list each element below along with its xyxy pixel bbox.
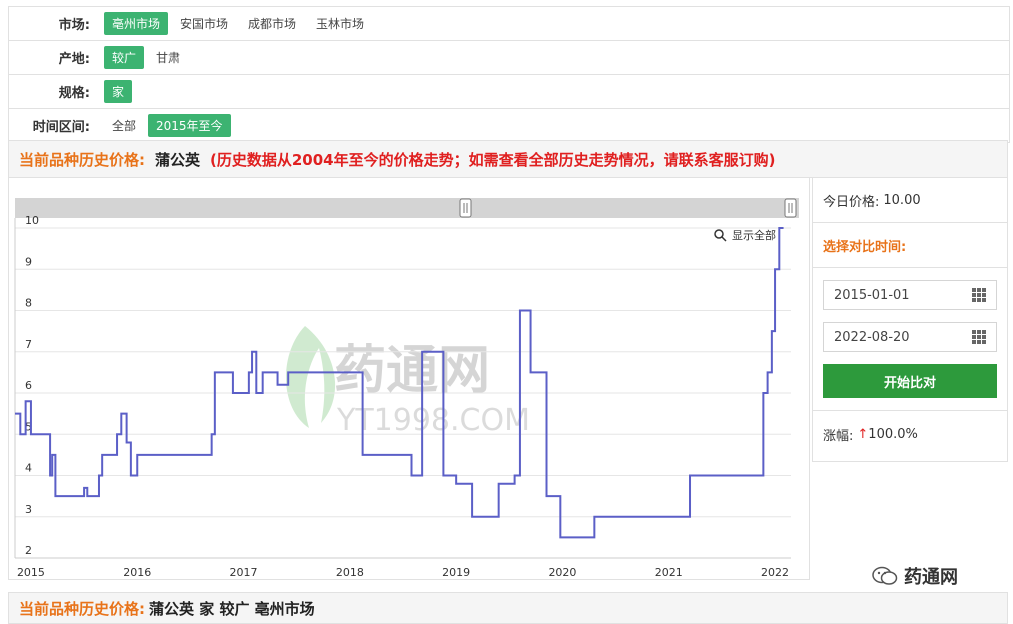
watermark: 药通网 YT1998.COM	[285, 326, 530, 438]
price-chart: 药通网 YT1998.COM 2345678910 2015 2016 2017 20…	[14, 198, 799, 579]
compare-label: 选择对比时间:	[813, 223, 1007, 268]
today-price-row: 今日价格: 10.00	[813, 178, 1007, 223]
chart-grid	[15, 227, 791, 559]
range-slider-left-handle[interactable]	[459, 198, 472, 218]
filter-table: 市场: 亳州市场 安国市场 成都市场 玉林市场 产地: 较广 甘肃 规格: 家 …	[8, 6, 1010, 143]
range-label: 时间区间:	[32, 120, 90, 135]
spec-label: 规格:	[58, 86, 90, 101]
chart-container: 药通网 YT1998.COM 2 3 4 5 6 7 8 9 10 2015 2016 2017 20…	[8, 178, 810, 580]
x-tick-label: 2022	[761, 566, 789, 579]
range-slider-right-handle[interactable]	[784, 198, 797, 218]
up-arrow-icon: ↑	[857, 426, 869, 442]
calendar-icon[interactable]	[972, 288, 986, 302]
range-slider-track[interactable]	[15, 198, 799, 218]
watermark-en: YT1998.COM	[336, 403, 530, 438]
filter-row-market: 市场: 亳州市场 安国市场 成都市场 玉林市场	[9, 7, 1009, 41]
change-label: 涨幅:	[823, 428, 854, 444]
wechat-name: 药通网	[904, 567, 958, 588]
end-date-input[interactable]: 2022-08-20	[823, 322, 997, 352]
market-option-bozhou[interactable]: 亳州市场	[104, 12, 169, 35]
x-tick-label: 2018	[336, 566, 364, 579]
market-option-yulin[interactable]: 玉林市场	[308, 12, 372, 35]
title-herb: 蒲公英	[155, 150, 201, 169]
market-label: 市场:	[58, 18, 90, 33]
zoom-icon	[714, 229, 724, 239]
y-tick-label: 9	[25, 255, 32, 268]
origin-option-gansu[interactable]: 甘肃	[148, 46, 188, 69]
filter-row-origin: 产地: 较广 甘肃	[9, 41, 1009, 75]
bottom-title-bar: 当前品种历史价格: 蒲公英 家 较广 亳州市场	[8, 592, 1008, 624]
y-tick-label: 6	[25, 379, 32, 392]
change-value: 100.0%	[868, 426, 918, 442]
show-all-button[interactable]: 显示全部	[714, 228, 776, 242]
today-label: 今日价格:	[823, 194, 880, 210]
show-all-label: 显示全部	[732, 228, 776, 242]
y-tick-label: 4	[25, 462, 32, 475]
x-axis: 2015 2016 2017 2018 2019 2020 2021 2022	[17, 566, 789, 579]
watermark-cn: 药通网	[334, 341, 490, 401]
spec-option-jia[interactable]: 家	[104, 80, 133, 103]
y-tick-label: 7	[25, 338, 32, 351]
end-date-value: 2022-08-20	[834, 329, 910, 345]
change-row: 涨幅: ↑ 100.0%	[813, 410, 1007, 457]
filter-row-range: 时间区间: 全部 2015年至今	[9, 109, 1009, 143]
compare-panel: 今日价格: 10.00 选择对比时间: 2015-01-01 2022-08-2…	[812, 178, 1008, 462]
today-value: 10.00	[883, 192, 921, 208]
x-tick-label: 2015	[17, 566, 45, 579]
wechat-brand: 药通网	[872, 563, 958, 589]
calendar-icon[interactable]	[972, 330, 986, 344]
x-tick-label: 2017	[230, 566, 258, 579]
bottom-label: 当前品种历史价格:	[19, 599, 145, 618]
y-tick-label: 10	[25, 214, 39, 227]
origin-option-jiaoguang[interactable]: 较广	[104, 46, 145, 69]
filter-row-spec: 规格: 家	[9, 75, 1009, 109]
title-label: 当前品种历史价格:	[19, 150, 145, 169]
origin-label: 产地:	[58, 52, 90, 67]
start-compare-button[interactable]: 开始比对	[823, 364, 997, 398]
y-tick-label: 3	[25, 503, 32, 516]
market-option-anguo[interactable]: 安国市场	[172, 12, 236, 35]
y-tick-label: 2	[25, 544, 32, 557]
range-slider[interactable]	[15, 198, 799, 218]
chart-title-bar: 当前品种历史价格: 蒲公英 (历史数据从2004年至今的价格走势；如需查看全部历…	[8, 140, 1008, 178]
title-note: (历史数据从2004年至今的价格走势；如需查看全部历史走势情况，请联系客服订购)	[210, 150, 776, 169]
range-option-all[interactable]: 全部	[104, 114, 144, 137]
wechat-icon	[872, 566, 898, 585]
start-date-value: 2015-01-01	[834, 287, 910, 303]
x-tick-label: 2021	[655, 566, 683, 579]
bottom-info: 蒲公英 家 较广 亳州市场	[149, 599, 315, 618]
watermark-leaf-icon	[285, 326, 336, 428]
y-tick-label: 8	[25, 297, 32, 310]
start-date-input[interactable]: 2015-01-01	[823, 280, 997, 310]
market-option-chengdu[interactable]: 成都市场	[240, 12, 304, 35]
x-tick-label: 2019	[442, 566, 470, 579]
range-option-2015[interactable]: 2015年至今	[148, 114, 231, 137]
x-tick-label: 2020	[548, 566, 576, 579]
x-tick-label: 2016	[123, 566, 151, 579]
